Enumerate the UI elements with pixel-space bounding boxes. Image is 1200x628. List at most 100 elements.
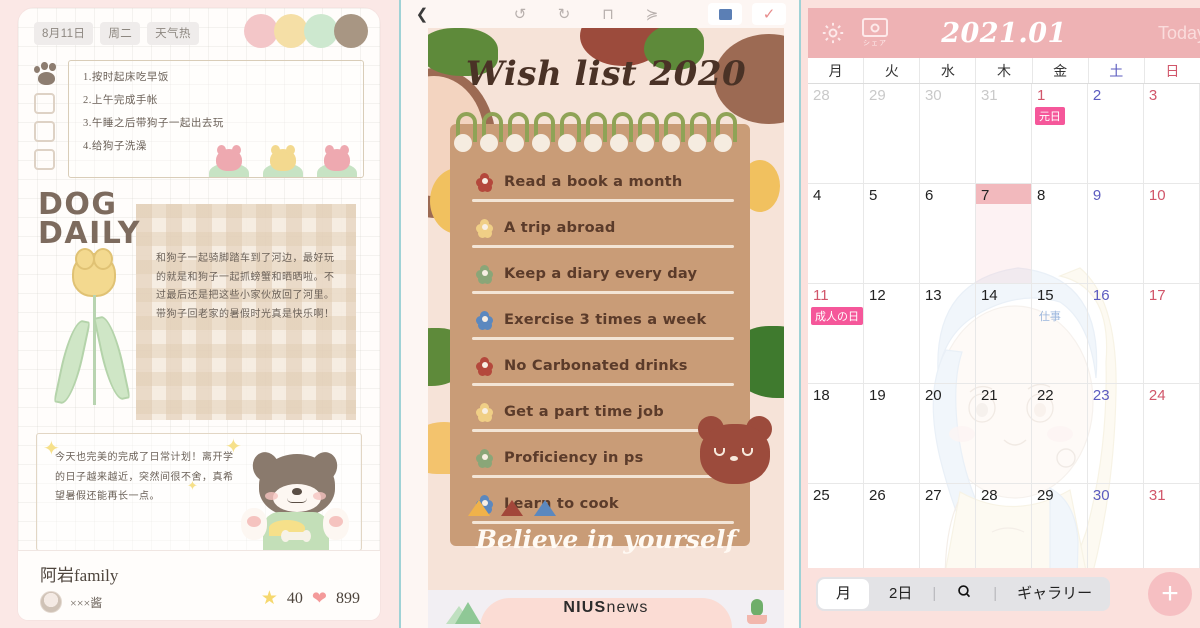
weekday-header-row: 月火水木金土 日 (808, 58, 1200, 84)
color-dot-3 (304, 14, 338, 48)
tab-month[interactable]: 月 (818, 579, 870, 609)
day-number: 18 (813, 387, 830, 404)
day-number: 27 (924, 487, 942, 504)
checkbox-4[interactable] (34, 149, 55, 170)
calendar-day-cell[interactable]: 9 (1087, 184, 1144, 284)
calendar-day-cell[interactable]: 1 元日 (1031, 84, 1088, 184)
day-number: 10 (1148, 187, 1166, 204)
three-panel-screenshot: 8月11日 周二 天气热 1.按时起床吃早饭 2.上午完成手帐 3.午睡之后带狗… (0, 0, 1200, 628)
calendar-day-cell[interactable]: 5 (863, 184, 920, 284)
tab-gallery[interactable]: ギャラリー (999, 577, 1110, 611)
redo-icon[interactable]: ↻ (542, 7, 586, 22)
wishlist-item-label: A trip abroad (504, 218, 616, 236)
calendar-day-cell[interactable]: 16 (1087, 284, 1144, 384)
undo-icon[interactable]: ↺ (498, 7, 542, 22)
journal-footer: 阿岩family ×××酱 ★ 40 ❤ 899 (18, 550, 380, 620)
checkbox-3[interactable] (34, 121, 55, 142)
spiral-ring (506, 112, 529, 152)
wishlist-item-label: Read a book a month (504, 172, 683, 190)
confirm-check-button[interactable]: ✓ (752, 3, 786, 25)
back-arrow-icon[interactable]: ❮ (400, 7, 444, 22)
calendar-day-cell[interactable]: 17 (1143, 284, 1200, 384)
wishlist-canvas[interactable]: Wish list 2020 Read a book a month A trip… (428, 28, 784, 590)
dog-illustration (235, 446, 355, 550)
cactus-icon (744, 594, 770, 624)
day-number: 17 (1148, 287, 1166, 304)
calendar-day-cell[interactable]: 29 (863, 84, 920, 184)
sparkle-icon: ✦ (43, 438, 60, 460)
item-rule-line (472, 199, 734, 202)
calendar-day-cell[interactable]: 13 (919, 284, 976, 384)
heart-icon: ❤ (311, 588, 327, 608)
editor-toolbar: ❮ ↺ ↻ ⊓ ≽ ✓ (400, 0, 800, 28)
today-button[interactable]: Today (1158, 23, 1200, 44)
day-number: 16 (1092, 287, 1110, 304)
calendar-day-cell[interactable]: 20 (919, 384, 976, 484)
day-number: 28 (813, 87, 830, 104)
calendar-day-cell[interactable]: 6 (919, 184, 976, 284)
summary-text: 今天也完美的完成了日常计划！离开学的日子越来越近，突然间很不舍，真希望暑假还能再… (55, 452, 234, 502)
calendar-day-cell[interactable]: 31 (975, 84, 1032, 184)
checkbox-column (34, 62, 62, 170)
wishlist-item[interactable]: A trip abroad (450, 204, 750, 250)
calendar-day-cell[interactable]: 4 (808, 184, 864, 284)
calendar-day-cell[interactable]: 28 (808, 84, 864, 184)
calendar-day-cell[interactable]: 30 (919, 84, 976, 184)
day-number: 29 (868, 87, 886, 104)
flower-bullet-icon (476, 264, 493, 284)
day-event-label[interactable]: 仕事 (1035, 307, 1065, 325)
day-number: 9 (1092, 187, 1102, 204)
layers-icon[interactable]: ≽ (630, 7, 674, 22)
author-name: 阿岩family (40, 566, 119, 585)
wishlist-item[interactable]: Keep a diary every day (450, 250, 750, 296)
calendar-day-cell[interactable]: 2 (1087, 84, 1144, 184)
calendar-day-cell[interactable]: 12 (863, 284, 920, 384)
item-rule-line (472, 383, 734, 386)
checkbox-2[interactable] (34, 93, 55, 114)
tag-weekday: 周二 (100, 22, 141, 45)
calendar-day-cell[interactable]: 23 (1087, 384, 1144, 484)
tulip-icon (317, 145, 357, 177)
calendar-day-cell[interactable]: 10 (1143, 184, 1200, 284)
day-event-label[interactable]: 成人の日 (811, 307, 863, 325)
calendar-day-cell[interactable]: 14 (975, 284, 1032, 384)
calendar-day-cell[interactable]: 15 仕事 (1031, 284, 1088, 384)
weekday-木: 木 (976, 58, 1033, 83)
calendar-day-cell[interactable]: 24 (1143, 384, 1200, 484)
panel-divider (399, 0, 401, 628)
calendar-day-cell[interactable]: 7 (975, 184, 1032, 284)
calendar-grid: 28 29 30 31 1 元日 2 3 4 5 6 7 8 9 10 11 成人の日 12 13 14 15 仕事 16 1… (808, 84, 1200, 584)
segment-separator: | (993, 585, 998, 602)
tulip-icon (263, 145, 303, 177)
journal-body-text: 和狗子一起骑脚踏车到了河边，最好玩的就是和狗子一起抓螃蟹和晒晒啦。不过最后还是把… (156, 253, 335, 320)
spiral-ring (714, 112, 737, 152)
add-button[interactable]: + (1148, 572, 1192, 616)
search-icon[interactable] (938, 577, 991, 611)
calendar-day-cell[interactable]: 8 (1031, 184, 1088, 284)
wishlist-item[interactable]: Exercise 3 times a week (450, 296, 750, 342)
day-number: 2 (1092, 87, 1102, 104)
spiral-ring (662, 112, 685, 152)
spiral-ring (558, 112, 581, 152)
calendar-day-cell[interactable]: 22 (1031, 384, 1088, 484)
image-tool-button[interactable] (708, 3, 742, 25)
calendar-day-cell[interactable]: 18 (808, 384, 864, 484)
day-event-label[interactable]: 元日 (1034, 107, 1065, 125)
day-number: 8 (1036, 187, 1046, 204)
flower-bullet-icon (476, 448, 493, 468)
weekday-水: 水 (920, 58, 977, 83)
calendar-day-cell[interactable]: 19 (863, 384, 920, 484)
wishlist-item[interactable]: Read a book a month (450, 158, 750, 204)
calendar-day-cell[interactable]: 21 (975, 384, 1032, 484)
day-number: 15 (1036, 287, 1054, 304)
calendar-day-cell[interactable]: 3 (1143, 84, 1200, 184)
segment-separator: | (932, 585, 937, 602)
calendar-day-cell[interactable]: 11 成人の日 (808, 284, 864, 384)
flower-bullet-icon (476, 218, 493, 238)
day-number: 11 (813, 287, 829, 304)
crop-frame-icon[interactable]: ⊓ (586, 7, 630, 22)
wishlist-item-label: Exercise 3 times a week (504, 310, 707, 328)
tab-two-day[interactable]: 2日 (871, 577, 930, 611)
wishlist-item[interactable]: No Carbonated drinks (450, 342, 750, 388)
day-number: 23 (1092, 387, 1110, 404)
